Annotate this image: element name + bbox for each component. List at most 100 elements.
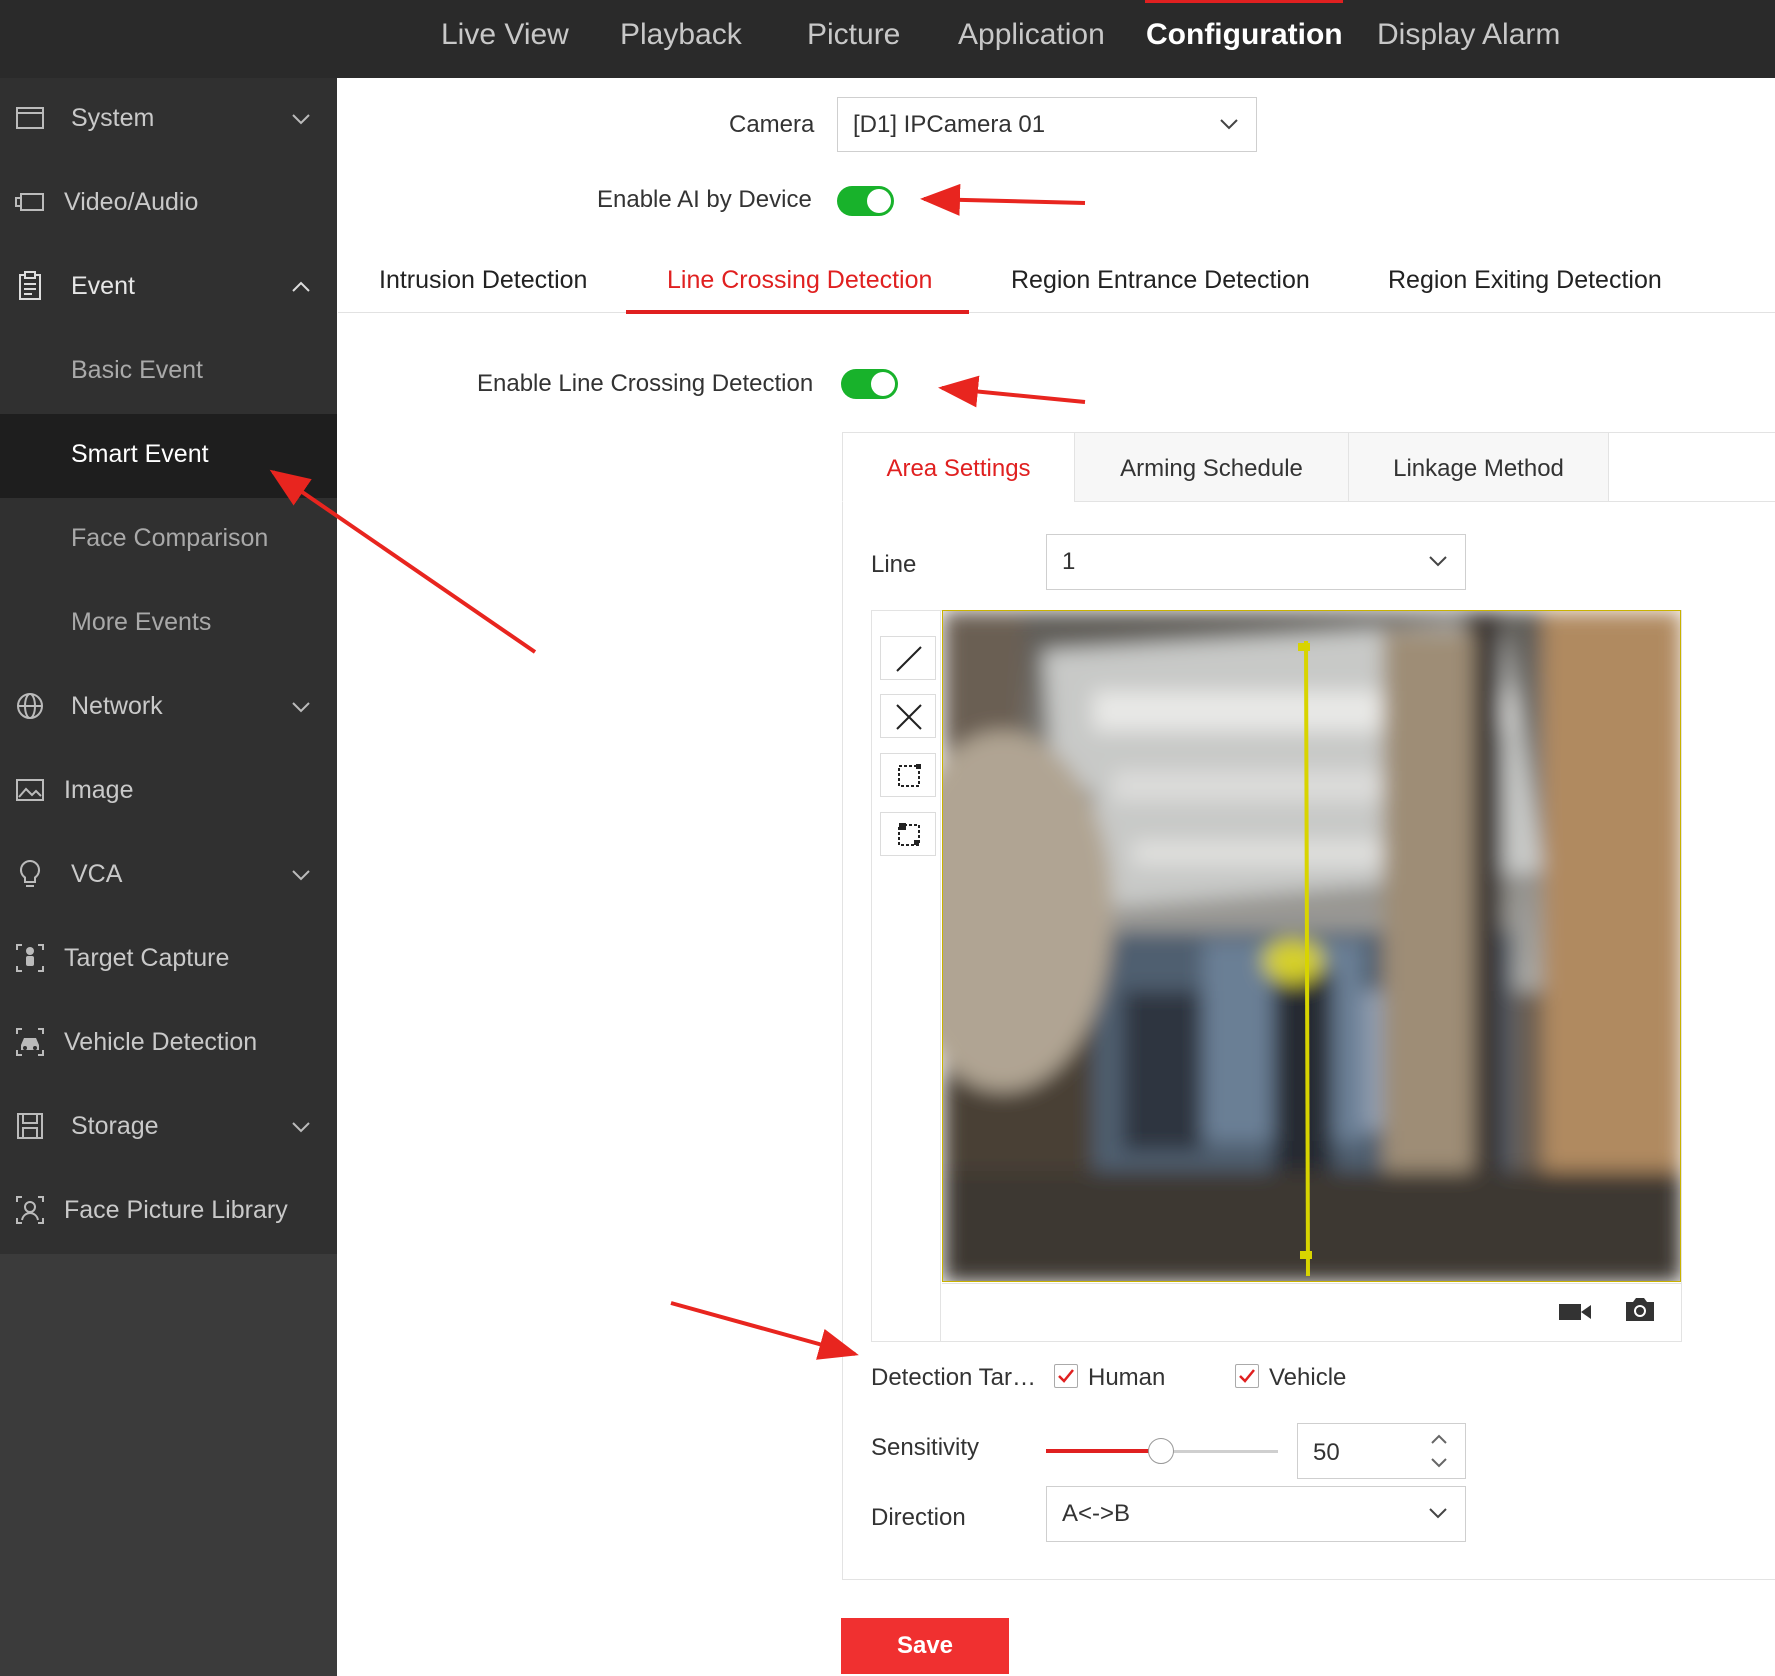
checkmark-icon xyxy=(1058,1369,1074,1383)
human-checkbox-label: Human xyxy=(1088,1364,1166,1391)
toggle-knob xyxy=(871,372,895,396)
sidebar-item-smart-event[interactable]: Smart Event xyxy=(0,414,337,498)
sidebar-item-label: Video/Audio xyxy=(64,188,199,216)
vehicle-icon xyxy=(16,1028,44,1056)
video-control-bar xyxy=(942,1283,1681,1341)
face-library-icon xyxy=(16,1196,44,1224)
clear-all-icon[interactable] xyxy=(880,812,936,856)
chevron-down-icon xyxy=(1220,119,1238,130)
sidebar-footer xyxy=(0,1254,337,1676)
draw-line-icon[interactable] xyxy=(880,636,936,680)
camera-preview[interactable] xyxy=(942,610,1681,1282)
annotation-arrow xyxy=(670,1301,859,1360)
sensitivity-stepper[interactable]: 50 xyxy=(1297,1423,1466,1479)
save-button[interactable]: Save xyxy=(841,1618,1009,1674)
subtab-linkage-method[interactable]: Linkage Method xyxy=(1348,432,1609,502)
video-audio-icon xyxy=(15,193,44,211)
top-navigation-bar: Live View Playback Picture Application C… xyxy=(0,0,1775,78)
nav-display-alarm[interactable]: Display Alarm xyxy=(1377,18,1560,52)
subtab-label: Arming Schedule xyxy=(1120,455,1303,482)
vehicle-checkbox-label: Vehicle xyxy=(1269,1364,1347,1391)
nav-live-view[interactable]: Live View xyxy=(441,18,569,52)
sidebar-item-label: Target Capture xyxy=(64,944,230,972)
tab-region-entrance-detection[interactable]: Region Entrance Detection xyxy=(1011,266,1310,295)
chevron-down-icon xyxy=(1429,1508,1447,1519)
chevron-down-icon xyxy=(292,870,310,881)
sidebar-item-label: Image xyxy=(64,776,134,804)
enable-line-crossing-label: Enable Line Crossing Detection xyxy=(477,370,814,397)
toggle-knob xyxy=(867,189,891,213)
camera-select-value: [D1] IPCamera 01 xyxy=(853,111,1046,138)
sidebar-item-face-picture-library[interactable]: Face Picture Library xyxy=(0,1170,337,1254)
sidebar-item-event[interactable]: Event xyxy=(0,246,337,330)
system-icon xyxy=(16,107,44,129)
sidebar-item-label: VCA xyxy=(71,860,123,888)
line-select[interactable]: 1 xyxy=(1046,534,1466,590)
lightbulb-icon xyxy=(19,859,41,887)
sidebar-item-vca[interactable]: VCA xyxy=(0,834,337,918)
vehicle-checkbox[interactable] xyxy=(1235,1364,1259,1388)
detection-target-label: Detection Tar… xyxy=(871,1364,1036,1391)
stop-drawing-icon[interactable] xyxy=(880,753,936,797)
nav-playback[interactable]: Playback xyxy=(620,18,742,52)
storage-icon xyxy=(17,1113,43,1139)
tab-region-exiting-detection[interactable]: Region Exiting Detection xyxy=(1388,266,1662,295)
sidebar-item-image[interactable]: Image xyxy=(0,750,337,834)
sidebar-item-label: Face Picture Library xyxy=(64,1196,288,1224)
tab-intrusion-detection[interactable]: Intrusion Detection xyxy=(379,266,587,295)
nav-application[interactable]: Application xyxy=(958,18,1105,52)
chevron-down-icon[interactable] xyxy=(1428,1456,1450,1470)
subtab-label: Area Settings xyxy=(886,455,1031,482)
line-select-value: 1 xyxy=(1062,548,1076,575)
sidebar-item-storage[interactable]: Storage xyxy=(0,1086,337,1170)
nav-configuration[interactable]: Configuration xyxy=(1146,18,1343,52)
sidebar-item-label: Event xyxy=(71,272,135,300)
chevron-down-icon xyxy=(292,114,310,125)
line-label: Line xyxy=(871,551,917,578)
chevron-up-icon[interactable] xyxy=(1428,1432,1450,1446)
sidebar-item-network[interactable]: Network xyxy=(0,666,337,750)
sidebar-item-target-capture[interactable]: Target Capture xyxy=(0,918,337,1002)
sidebar-item-system[interactable]: System xyxy=(0,78,337,162)
tabs-divider xyxy=(338,312,1775,313)
chevron-down-icon xyxy=(292,702,310,713)
sidebar: System Video/Audio Event Basic Event Sma… xyxy=(0,78,337,1254)
chevron-up-icon xyxy=(292,281,310,292)
subtabs-divider xyxy=(1608,501,1775,502)
chevron-down-icon xyxy=(1429,556,1447,567)
enable-line-crossing-toggle[interactable] xyxy=(841,369,898,399)
sensitivity-slider-handle[interactable] xyxy=(1148,1438,1174,1464)
sidebar-item-label: Storage xyxy=(71,1112,159,1140)
human-checkbox[interactable] xyxy=(1054,1364,1078,1388)
clear-icon[interactable] xyxy=(880,694,936,738)
camera-select[interactable]: [D1] IPCamera 01 xyxy=(837,97,1257,152)
sidebar-item-label: Smart Event xyxy=(71,440,209,468)
subtab-area-settings[interactable]: Area Settings xyxy=(842,432,1075,502)
image-icon xyxy=(16,779,44,801)
active-nav-indicator xyxy=(1145,0,1343,3)
sidebar-item-more-events[interactable]: More Events xyxy=(0,582,337,666)
sidebar-item-face-comparison[interactable]: Face Comparison xyxy=(0,498,337,582)
camera-label: Camera xyxy=(729,111,815,138)
sidebar-item-basic-event[interactable]: Basic Event xyxy=(0,330,337,414)
globe-icon xyxy=(17,693,43,719)
clipboard-icon xyxy=(19,271,41,300)
subtab-label: Linkage Method xyxy=(1393,455,1564,482)
record-icon[interactable] xyxy=(1558,1298,1592,1326)
tab-line-crossing-detection[interactable]: Line Crossing Detection xyxy=(667,266,932,295)
subtab-arming-schedule[interactable]: Arming Schedule xyxy=(1074,432,1349,502)
sidebar-item-label: Face Comparison xyxy=(71,524,269,552)
direction-select[interactable]: A<->B xyxy=(1046,1486,1466,1542)
capture-icon[interactable] xyxy=(1623,1294,1657,1324)
sidebar-item-label: Basic Event xyxy=(71,356,204,384)
checkmark-icon xyxy=(1239,1369,1255,1383)
enable-ai-toggle[interactable] xyxy=(837,186,894,216)
person-capture-icon xyxy=(16,944,44,972)
sidebar-item-video-audio[interactable]: Video/Audio xyxy=(0,162,337,246)
annotation-arrow xyxy=(920,183,1086,216)
nav-picture[interactable]: Picture xyxy=(807,18,900,52)
chevron-down-icon xyxy=(292,1122,310,1133)
sidebar-item-vehicle-detection[interactable]: Vehicle Detection xyxy=(0,1002,337,1086)
sensitivity-slider-fill xyxy=(1046,1449,1161,1453)
sidebar-item-label: System xyxy=(71,104,155,132)
